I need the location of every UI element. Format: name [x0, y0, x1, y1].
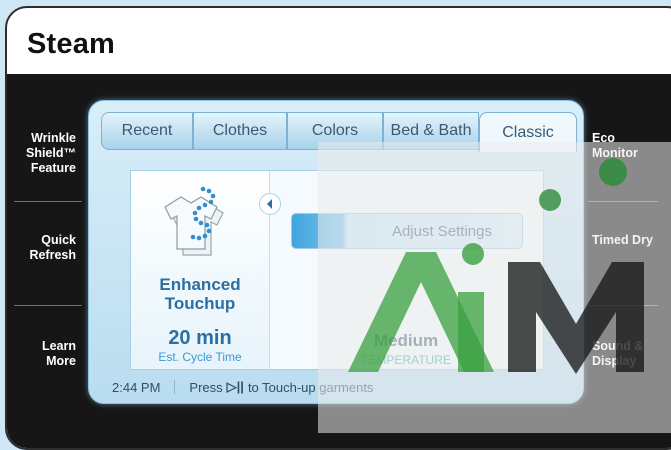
program-name: Enhanced Touchup — [131, 275, 269, 313]
program-name-line2: Touchup — [164, 294, 236, 313]
eco-monitor-option[interactable]: Eco Monitor — [592, 131, 662, 161]
tab-recent[interactable]: Recent — [101, 112, 193, 150]
divider — [14, 305, 82, 306]
cycle-content: Enhanced Touchup 20 min Est. Cycle Time … — [130, 170, 544, 370]
shirt-steam-icon — [151, 183, 233, 259]
divider — [14, 201, 82, 202]
quick-refresh-option[interactable]: Quick Refresh — [14, 233, 76, 263]
temperature-value: Medium — [373, 331, 439, 350]
status-hint: to Touch-up garments — [247, 379, 374, 395]
tab-clothes[interactable]: Clothes — [193, 112, 287, 150]
divider — [174, 380, 176, 394]
temperature-label: TEMPERATURE — [361, 353, 451, 367]
status-hint-prefix: Press — [189, 379, 223, 395]
tab-colors[interactable]: Colors — [287, 112, 383, 150]
wrinkle-shield-option[interactable]: Wrinkle Shield™ Feature — [14, 131, 76, 176]
clock: 2:44 PM — [112, 379, 161, 395]
status-bar: 2:44 PM Press ▷|| to Touch-up garments — [112, 376, 373, 398]
divider — [588, 305, 658, 306]
play-pause-icon: ▷|| — [226, 379, 244, 394]
divider — [588, 201, 658, 202]
program-name-line1: Enhanced — [159, 275, 241, 294]
chevron-left-icon[interactable] — [259, 193, 281, 215]
tab-bed-bath[interactable]: Bed & Bath — [383, 112, 479, 150]
page-title: Steam — [27, 28, 116, 60]
tab-classic[interactable]: Classic — [479, 112, 577, 152]
adjust-settings-button[interactable]: Adjust Settings — [291, 213, 523, 249]
sound-display-option[interactable]: Sound & Display — [592, 339, 662, 369]
program-column: Enhanced Touchup 20 min Est. Cycle Time — [131, 171, 270, 369]
learn-more-option[interactable]: Learn More — [14, 339, 76, 369]
timed-dry-option[interactable]: Timed Dry — [592, 233, 662, 248]
cycle-tabs: Recent Clothes Colors Bed & Bath Classic — [101, 112, 579, 152]
cycle-time: 20 min — [168, 327, 232, 349]
cycle-time-label: Est. Cycle Time — [158, 350, 242, 364]
